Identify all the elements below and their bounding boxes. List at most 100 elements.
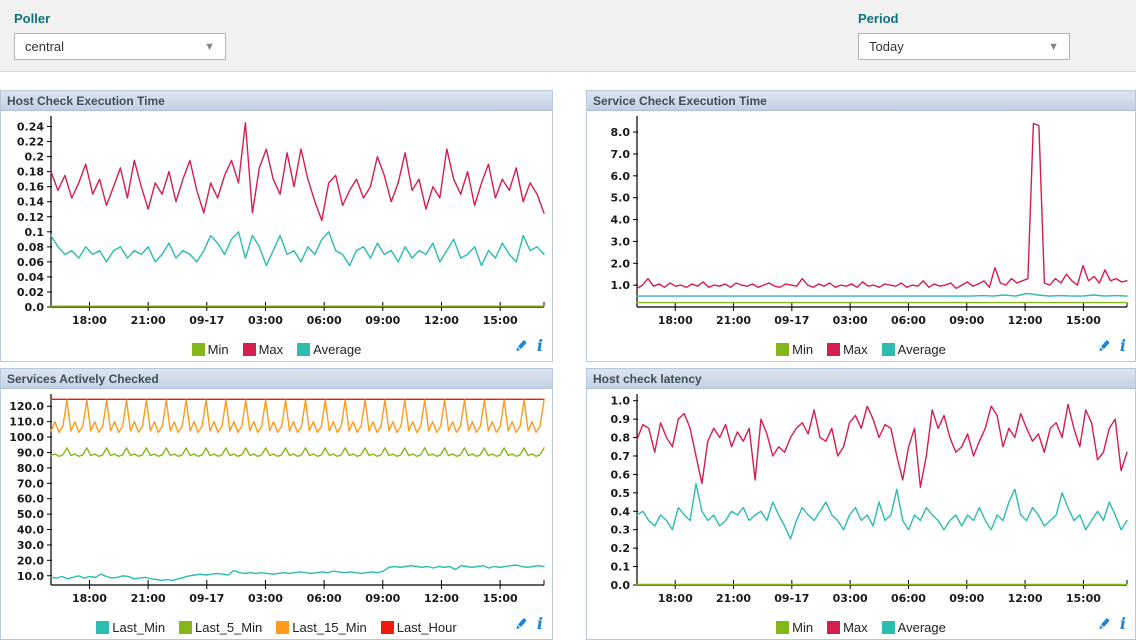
legend-item-max[interactable]: Max [243,342,284,357]
legend-label: Average [898,342,946,357]
svg-text:18:00: 18:00 [72,314,107,327]
svg-text:0.02: 0.02 [17,286,44,299]
svg-text:40.0: 40.0 [17,524,44,537]
poller-select[interactable]: central ▼ [14,33,226,60]
poller-label: Poller [14,11,226,26]
svg-text:6.0: 6.0 [611,170,631,183]
legend-swatch [882,621,895,634]
info-icon[interactable]: i [537,617,543,631]
panel-services-actively-checked: Services Actively Checked 120.0110.0100.… [0,368,553,640]
svg-text:0.9: 0.9 [611,413,631,426]
chart-host-check-latency: 1.00.90.80.70.60.50.40.30.20.10.018:0021… [587,389,1135,615]
svg-text:1.0: 1.0 [611,395,631,408]
panel-footer: Min Max Average i [587,615,1135,639]
series-last-min [51,565,544,580]
info-icon[interactable]: i [1120,617,1126,631]
legend-item-last-5-min[interactable]: Last_5_Min [179,620,262,635]
legend-item-min[interactable]: Min [192,342,229,357]
panel-footer: Min Max Average i [587,337,1135,361]
svg-text:09:00: 09:00 [949,314,984,327]
legend-item-last-15-min[interactable]: Last_15_Min [276,620,366,635]
legend-item-last-hour[interactable]: Last_Hour [381,620,457,635]
svg-text:0.0: 0.0 [25,301,45,314]
legend-label: Max [259,342,284,357]
poller-filter-group: Poller central ▼ [14,11,226,60]
legend-item-average[interactable]: Average [297,342,361,357]
period-label: Period [858,11,1070,26]
svg-text:0.22: 0.22 [17,136,44,149]
svg-text:0.8: 0.8 [611,432,631,445]
chevron-down-icon: ▼ [1048,41,1059,53]
svg-text:03:00: 03:00 [248,592,283,605]
legend-swatch [381,621,394,634]
series-max [637,404,1127,487]
svg-text:10.0: 10.0 [17,570,44,583]
svg-text:03:00: 03:00 [833,314,868,327]
svg-text:70.0: 70.0 [17,477,44,490]
svg-text:15:00: 15:00 [483,314,518,327]
svg-text:09:00: 09:00 [365,314,400,327]
charts-grid: Host Check Execution Time 0.240.220.20.1… [0,90,1136,640]
legend-label: Last_Hour [397,620,457,635]
svg-text:7.0: 7.0 [611,148,631,161]
svg-text:12:00: 12:00 [424,592,459,605]
svg-text:09-17: 09-17 [189,592,224,605]
panel-service-check-execution-time: Service Check Execution Time 8.07.06.05.… [586,90,1136,362]
legend-item-average[interactable]: Average [882,342,946,357]
period-filter-group: Period Today ▼ [858,11,1070,60]
legend-item-min[interactable]: Min [776,620,813,635]
legend-item-max[interactable]: Max [827,620,868,635]
svg-text:2.0: 2.0 [611,257,631,270]
pencil-icon[interactable] [514,617,528,631]
period-select[interactable]: Today ▼ [858,33,1070,60]
svg-text:18:00: 18:00 [658,592,693,605]
info-icon[interactable]: i [1120,339,1126,353]
panel-title: Host check latency [587,369,1135,389]
poller-selected-value: central [25,39,64,54]
svg-text:12:00: 12:00 [424,314,459,327]
svg-text:0.24: 0.24 [17,121,44,134]
svg-text:30.0: 30.0 [17,539,44,552]
legend-swatch [776,621,789,634]
chart-svg: 1.00.90.80.70.60.50.40.30.20.10.018:0021… [587,389,1135,615]
pencil-icon[interactable] [514,339,528,353]
chart-actions: i [514,339,543,353]
svg-text:03:00: 03:00 [248,314,283,327]
svg-text:09-17: 09-17 [774,314,809,327]
svg-text:21:00: 21:00 [716,592,751,605]
pencil-icon[interactable] [1097,339,1111,353]
legend-swatch [276,621,289,634]
chart-service-check-execution-time: 8.07.06.05.04.03.02.01.018:0021:0009-170… [587,111,1135,337]
legend-item-last-min[interactable]: Last_Min [96,620,165,635]
legend-label: Last_15_Min [292,620,366,635]
svg-text:0.18: 0.18 [17,166,44,179]
svg-text:50.0: 50.0 [17,508,44,521]
series-last-5-min [51,448,544,456]
filter-bar: Poller central ▼ Period Today ▼ [0,0,1136,72]
svg-text:09-17: 09-17 [189,314,224,327]
panel-footer: Last_Min Last_5_Min Last_15_Min Last_Hour i [1,615,552,639]
svg-text:80.0: 80.0 [17,462,44,475]
svg-text:60.0: 60.0 [17,493,44,506]
legend-item-min[interactable]: Min [776,342,813,357]
svg-text:0.2: 0.2 [611,542,631,555]
legend-label: Last_5_Min [195,620,262,635]
svg-text:06:00: 06:00 [307,314,342,327]
svg-text:0.16: 0.16 [17,181,44,194]
svg-text:0.06: 0.06 [17,256,44,269]
pencil-icon[interactable] [1097,617,1111,631]
legend-label: Min [792,620,813,635]
legend-item-average[interactable]: Average [882,620,946,635]
svg-text:15:00: 15:00 [483,592,518,605]
svg-text:3.0: 3.0 [611,235,631,248]
svg-text:0.04: 0.04 [17,271,44,284]
panel-title: Service Check Execution Time [587,91,1135,111]
svg-text:0.3: 0.3 [611,524,631,537]
svg-text:21:00: 21:00 [716,314,751,327]
panel-host-check-latency: Host check latency 1.00.90.80.70.60.50.4… [586,368,1136,640]
info-icon[interactable]: i [537,339,543,353]
legend-label: Max [843,342,868,357]
legend-item-max[interactable]: Max [827,342,868,357]
svg-text:09:00: 09:00 [365,592,400,605]
legend-swatch [243,343,256,356]
